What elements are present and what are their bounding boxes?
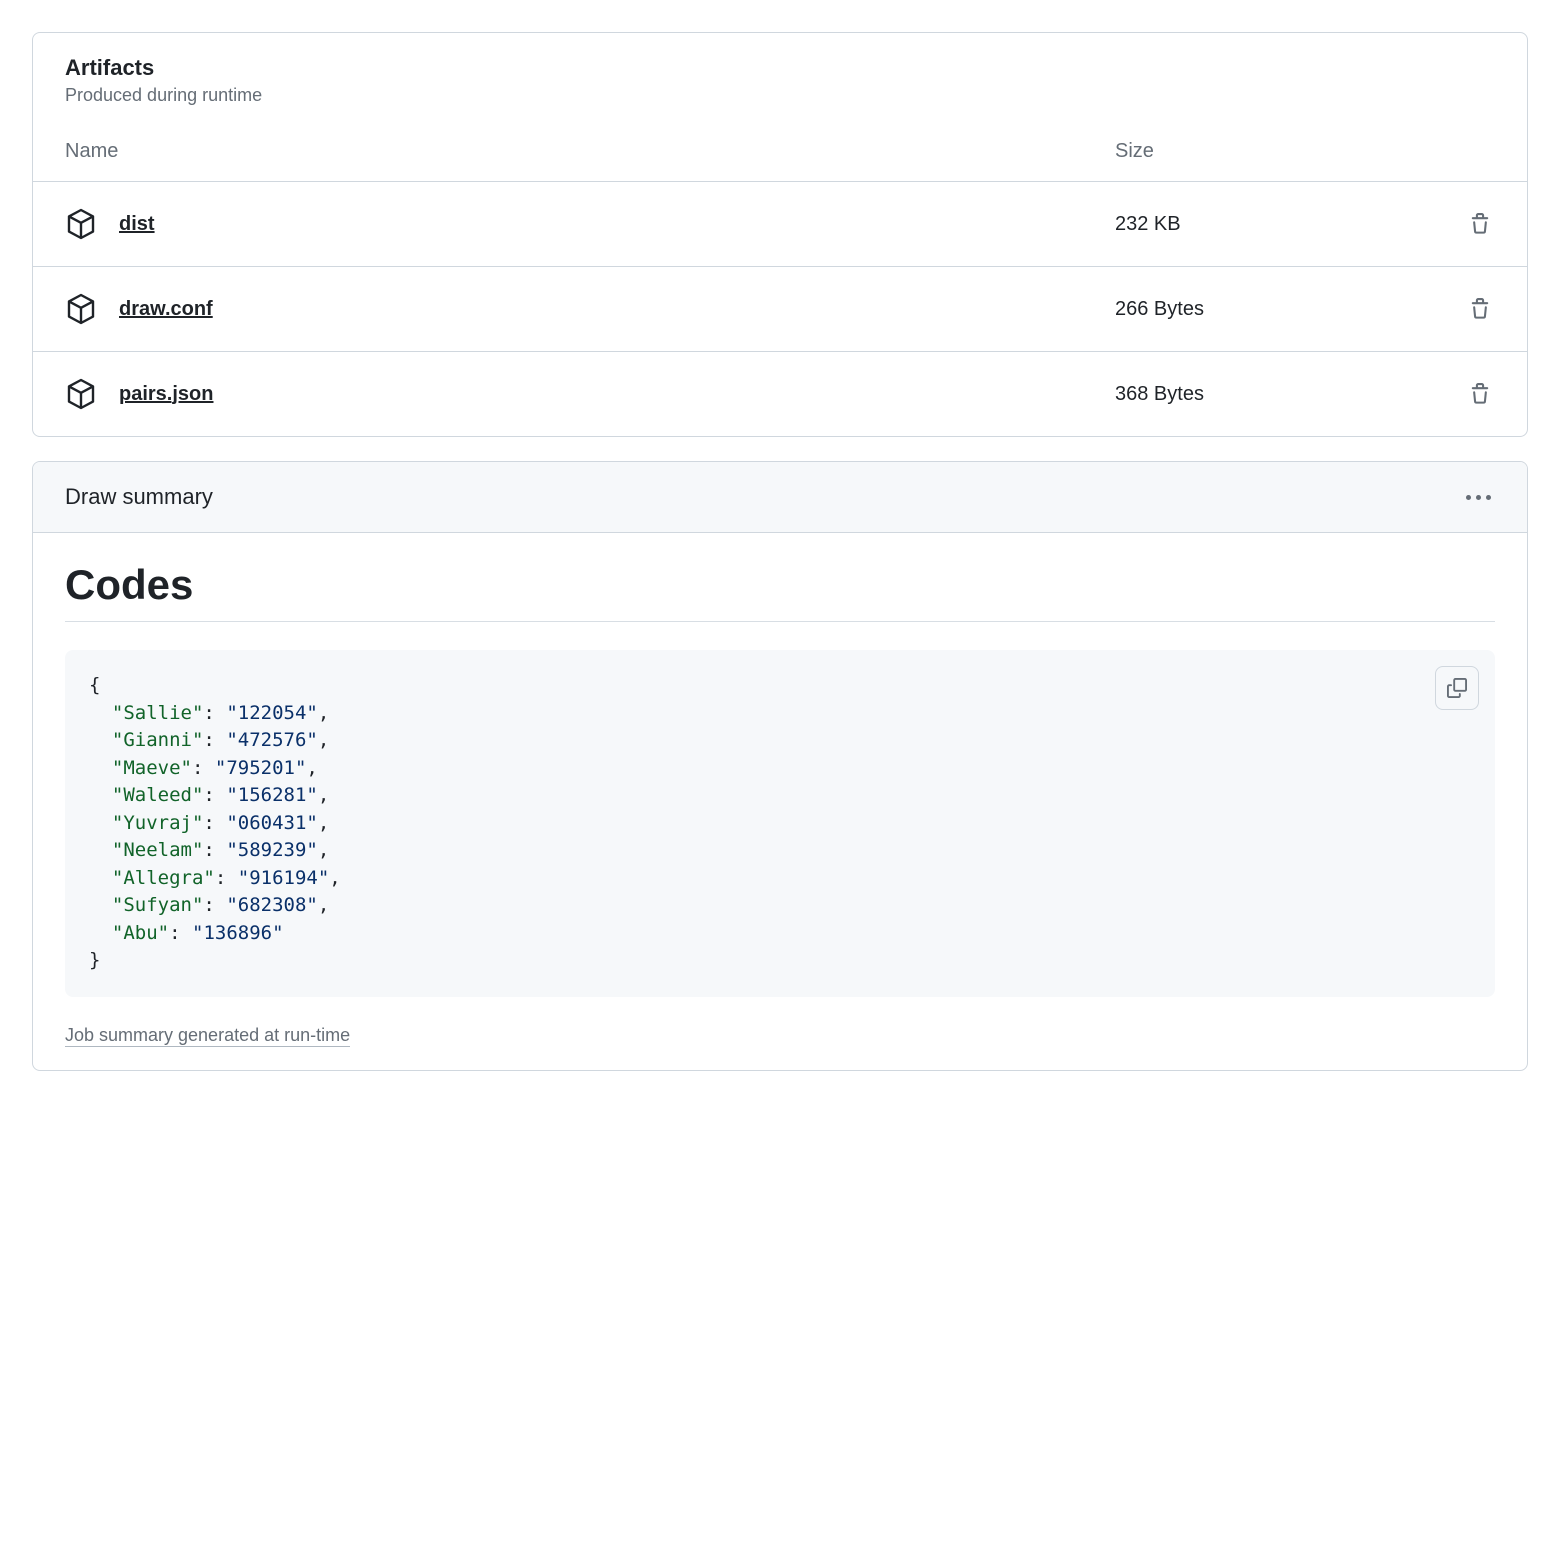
column-header-size: Size bbox=[1115, 140, 1435, 163]
artifact-rows: dist 232 KB draw.conf 266 Bytes pairs.js… bbox=[33, 181, 1527, 436]
codes-heading: Codes bbox=[65, 561, 1495, 622]
footer-link[interactable]: Job summary generated at run-time bbox=[65, 1025, 350, 1047]
artifact-row: dist 232 KB bbox=[33, 181, 1527, 266]
artifacts-subtitle: Produced during runtime bbox=[65, 85, 1495, 106]
artifact-name-cell: draw.conf bbox=[65, 293, 1115, 325]
artifact-actions bbox=[1435, 209, 1495, 239]
code-block: { "Sallie": "122054", "Gianni": "472576"… bbox=[65, 650, 1495, 997]
artifacts-panel: Artifacts Produced during runtime Name S… bbox=[32, 32, 1528, 437]
artifact-row: pairs.json 368 Bytes bbox=[33, 351, 1527, 436]
artifacts-table-header: Name Size bbox=[33, 116, 1527, 181]
artifact-actions bbox=[1435, 294, 1495, 324]
artifacts-header: Artifacts Produced during runtime bbox=[33, 33, 1527, 116]
copy-button[interactable] bbox=[1435, 666, 1479, 710]
artifact-row: draw.conf 266 Bytes bbox=[33, 266, 1527, 351]
artifact-size: 368 Bytes bbox=[1115, 383, 1435, 406]
artifact-name-cell: pairs.json bbox=[65, 378, 1115, 410]
summary-body: Codes { "Sallie": "122054", "Gianni": "4… bbox=[33, 533, 1527, 1070]
artifact-name-link[interactable]: dist bbox=[119, 213, 155, 236]
artifact-name-link[interactable]: pairs.json bbox=[119, 383, 213, 406]
package-icon bbox=[65, 378, 97, 410]
column-header-name: Name bbox=[65, 140, 1115, 163]
summary-header: Draw summary bbox=[33, 462, 1527, 533]
delete-artifact-button[interactable] bbox=[1465, 209, 1495, 239]
trash-icon bbox=[1469, 383, 1491, 405]
trash-icon bbox=[1469, 298, 1491, 320]
artifact-size: 232 KB bbox=[1115, 213, 1435, 236]
package-icon bbox=[65, 293, 97, 325]
delete-artifact-button[interactable] bbox=[1465, 379, 1495, 409]
delete-artifact-button[interactable] bbox=[1465, 294, 1495, 324]
artifact-name-cell: dist bbox=[65, 208, 1115, 240]
package-icon bbox=[65, 208, 97, 240]
summary-menu-button[interactable] bbox=[1462, 491, 1495, 504]
summary-title: Draw summary bbox=[65, 484, 213, 510]
artifacts-title: Artifacts bbox=[65, 55, 1495, 81]
copy-icon bbox=[1447, 678, 1467, 698]
summary-panel: Draw summary Codes { "Sallie": "122054",… bbox=[32, 461, 1528, 1071]
trash-icon bbox=[1469, 213, 1491, 235]
code-content: { "Sallie": "122054", "Gianni": "472576"… bbox=[89, 672, 1471, 975]
artifact-actions bbox=[1435, 379, 1495, 409]
column-header-actions bbox=[1435, 140, 1495, 163]
kebab-icon bbox=[1466, 495, 1491, 500]
artifact-name-link[interactable]: draw.conf bbox=[119, 298, 213, 321]
artifact-size: 266 Bytes bbox=[1115, 298, 1435, 321]
